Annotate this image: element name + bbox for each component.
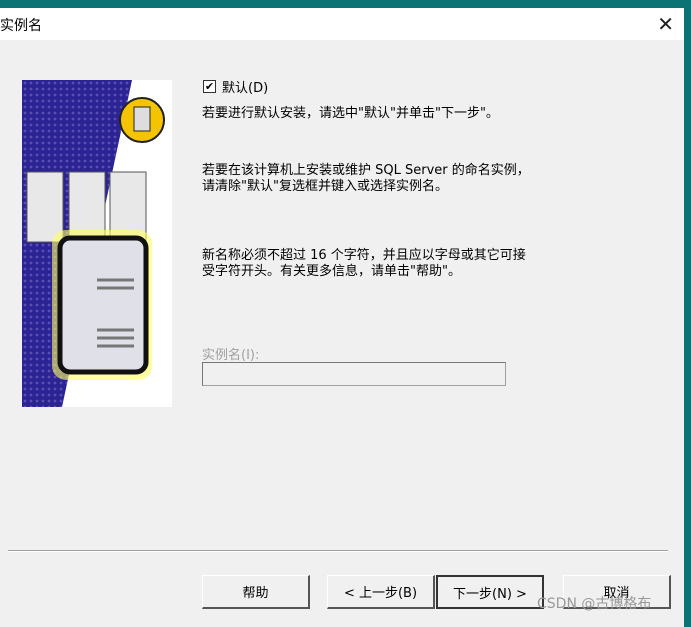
- watermark: CSDN @古博格布: [537, 596, 652, 612]
- instruction-named: 若要在该计算机上安装或维护 SQL Server 的命名实例，请清除"默认"复选…: [202, 163, 530, 194]
- back-button[interactable]: < 上一步(B): [327, 575, 435, 609]
- default-checkbox-label: 默认(D): [222, 81, 269, 96]
- checkmark-icon[interactable]: ✔: [203, 80, 216, 93]
- server-illustration: [22, 80, 172, 407]
- window-title: 实例名: [0, 18, 42, 34]
- instruction-rules: 新名称必须不超过 16 个字符，并且应以字母或其它可接受字符开头。有关更多信息，…: [202, 248, 526, 279]
- instance-name-label: 实例名(I):: [202, 348, 260, 363]
- dialog-window: 实例名 ✕ ✔ 默认(D) 若要进行默认安装，请选中"默认"并单击"下一步"。 …: [0, 8, 684, 627]
- instance-name-input[interactable]: [202, 362, 506, 386]
- title-bar: 实例名 ✕: [0, 8, 684, 40]
- next-button[interactable]: 下一步(N) >: [436, 575, 544, 609]
- close-icon[interactable]: ✕: [657, 12, 674, 36]
- help-button[interactable]: 帮助: [202, 575, 310, 609]
- divider: [8, 550, 668, 552]
- default-checkbox[interactable]: ✔ 默认(D): [203, 77, 268, 96]
- instruction-default: 若要进行默认安装，请选中"默认"并单击"下一步"。: [202, 106, 499, 121]
